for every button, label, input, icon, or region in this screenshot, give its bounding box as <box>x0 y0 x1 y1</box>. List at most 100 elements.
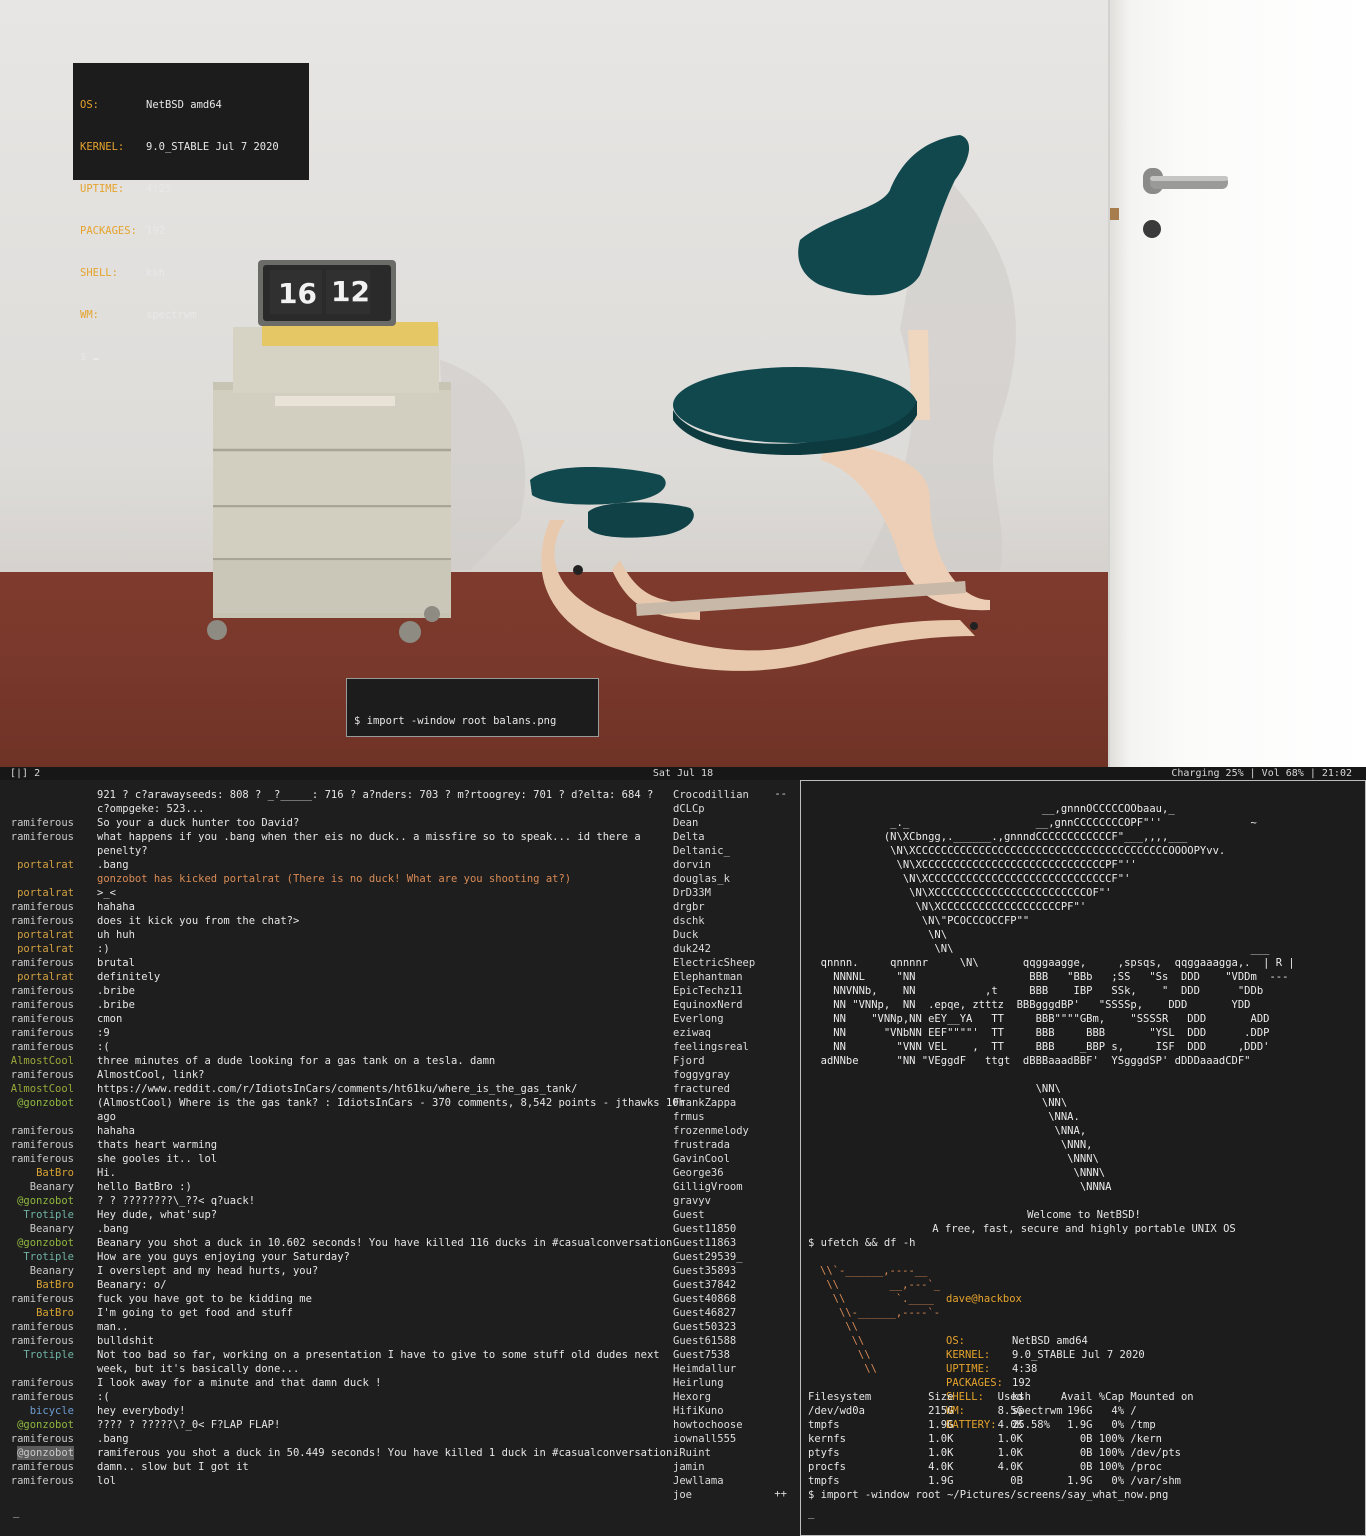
user-list-item[interactable]: EquinoxNerd <box>673 998 795 1012</box>
chat-nick[interactable]: @gonzobot <box>17 1194 74 1208</box>
chat-nick[interactable]: ramiferous <box>11 900 74 914</box>
chat-nick[interactable]: ramiferous <box>11 1474 74 1488</box>
chat-nick[interactable]: ramiferous <box>11 914 74 928</box>
chat-nick[interactable]: @gonzobot <box>17 1236 74 1250</box>
user-list-item[interactable]: Deltanic_ <box>673 844 795 858</box>
user-list-item[interactable]: Guest29539_ <box>673 1250 795 1264</box>
user-list-item[interactable]: Delta <box>673 830 795 844</box>
chat-nick[interactable]: ramiferous <box>11 956 74 970</box>
user-list-item[interactable]: GavinCool <box>673 1152 795 1166</box>
user-list-item[interactable]: Guest35893 <box>673 1264 795 1278</box>
user-list-item[interactable]: duk242 <box>673 942 795 956</box>
user-list-item[interactable]: frozenmelody <box>673 1124 795 1138</box>
chat-nick[interactable]: ramiferous <box>11 1012 74 1026</box>
user-list-item[interactable]: frmus <box>673 1110 795 1124</box>
user-list-item[interactable]: Guest7538 <box>673 1348 795 1362</box>
shell-input[interactable]: _ <box>808 1507 814 1519</box>
user-list-item[interactable]: Fjord <box>673 1054 795 1068</box>
user-list-item[interactable]: Guest61588 <box>673 1334 795 1348</box>
chat-nick[interactable]: BatBro <box>36 1166 74 1180</box>
user-list-item[interactable]: Guest46827 <box>673 1306 795 1320</box>
chat-nick[interactable]: ramiferous <box>11 1152 74 1166</box>
chat-nick[interactable]: Trotiple <box>23 1208 74 1222</box>
user-list-item[interactable]: George36 <box>673 1166 795 1180</box>
chat-nick[interactable]: bicycle <box>30 1404 74 1418</box>
chat-nick[interactable]: ramiferous <box>11 998 74 1012</box>
chat-nick[interactable]: Beanary <box>30 1264 74 1278</box>
chat-nick[interactable]: ramiferous <box>11 1432 74 1446</box>
user-list-item[interactable]: Guest40868 <box>673 1292 795 1306</box>
chat-nick[interactable]: portalrat <box>17 928 74 942</box>
user-list-item[interactable]: feelingsreal <box>673 1040 795 1054</box>
chat-nick[interactable]: ramiferous <box>11 1068 74 1082</box>
user-list-item[interactable]: drgbr <box>673 900 795 914</box>
user-list-item[interactable]: dCLCp <box>673 802 795 816</box>
chat-nick[interactable]: ramiferous <box>11 1124 74 1138</box>
chat-nick[interactable]: ramiferous <box>11 1292 74 1306</box>
user-list-item[interactable]: eziwaq <box>673 1026 795 1040</box>
irc-user-list[interactable]: -- Crocodillian dCLCp Dean Delta Deltanic_ dor… <box>673 788 795 1502</box>
user-list-item[interactable]: Hexorg <box>673 1390 795 1404</box>
chat-nick[interactable]: ramiferous <box>11 984 74 998</box>
user-list-item[interactable]: HifiKuno <box>673 1404 795 1418</box>
irc-input[interactable]: _ <box>13 1506 19 1518</box>
chat-nick[interactable]: ramiferous <box>11 816 74 830</box>
user-list-item[interactable]: Guest11850 <box>673 1222 795 1236</box>
user-list-item[interactable]: foggygray <box>673 1068 795 1082</box>
chat-nick[interactable]: BatBro <box>36 1306 74 1320</box>
chat-nick[interactable]: Trotiple <box>23 1250 74 1264</box>
userlist-scroll-top[interactable]: -- <box>774 788 787 800</box>
chat-nick[interactable]: ramiferous <box>11 830 74 844</box>
user-list-item[interactable]: GilligVroom <box>673 1180 795 1194</box>
chat-nick[interactable]: ramiferous <box>11 1376 74 1390</box>
user-list-item[interactable]: dorvin <box>673 858 795 872</box>
chat-nick[interactable]: ramiferous <box>11 1390 74 1404</box>
chat-nick[interactable]: ramiferous <box>11 1320 74 1334</box>
user-list-item[interactable]: dschk <box>673 914 795 928</box>
user-list-item[interactable]: Elephantman <box>673 970 795 984</box>
chat-nick[interactable]: Trotiple <box>23 1348 74 1362</box>
workspace-indicator[interactable]: [|] 2 <box>10 767 40 780</box>
user-list-item[interactable]: Guest50323 <box>673 1320 795 1334</box>
user-list-item[interactable]: Everlong <box>673 1012 795 1026</box>
chat-nick[interactable]: @gonzobot <box>17 1096 74 1110</box>
chat-nick[interactable]: AlmostCool <box>11 1054 74 1068</box>
chat-nick[interactable]: ramiferous <box>11 1138 74 1152</box>
chat-nick[interactable]: @gonzobot <box>17 1446 74 1460</box>
chat-nick[interactable]: portalrat <box>17 858 74 872</box>
userlist-scroll-bottom[interactable]: ++ <box>774 1488 787 1500</box>
shell-window[interactable]: __,gnnnOCCCCCOObaau,_ _._ __,gnnCCCCCCCC… <box>800 780 1366 1536</box>
chat-nick[interactable]: Beanary <box>30 1180 74 1194</box>
chat-nick[interactable]: ramiferous <box>11 1334 74 1348</box>
chat-nick[interactable]: BatBro <box>36 1278 74 1292</box>
chat-nick[interactable]: portalrat <box>17 886 74 900</box>
user-list-item[interactable]: Heirlung <box>673 1376 795 1390</box>
user-list-item[interactable]: Guest11863 <box>673 1236 795 1250</box>
user-list-item[interactable]: gravyv <box>673 1194 795 1208</box>
user-list-item[interactable]: iRuint <box>673 1446 795 1460</box>
user-list-item[interactable]: howtochoose <box>673 1418 795 1432</box>
user-list-item[interactable]: iownall555 <box>673 1432 795 1446</box>
user-list-item[interactable]: Dean <box>673 816 795 830</box>
chat-nick[interactable]: @gonzobot <box>17 1418 74 1432</box>
chat-nick[interactable]: ramiferous <box>11 1026 74 1040</box>
chat-nick[interactable]: Beanary <box>30 1222 74 1236</box>
chat-nick[interactable]: ramiferous <box>11 1040 74 1054</box>
user-list-item[interactable]: Guest <box>673 1208 795 1222</box>
user-list-item[interactable]: Heimdallur <box>673 1362 795 1376</box>
user-list-item[interactable]: Jewllama <box>673 1474 795 1488</box>
user-list-item[interactable]: Duck <box>673 928 795 942</box>
user-list-item[interactable]: Guest37842 <box>673 1278 795 1292</box>
user-list-item[interactable]: ElectricSheep <box>673 956 795 970</box>
user-list-item[interactable]: fractured <box>673 1082 795 1096</box>
import-terminal[interactable]: $ import -window root balans.png <box>346 678 599 737</box>
user-list-item[interactable]: jamin <box>673 1460 795 1474</box>
user-list-item[interactable]: DrD33M <box>673 886 795 900</box>
user-list-item[interactable]: douglas_k <box>673 872 795 886</box>
chat-nick[interactable]: portalrat <box>17 970 74 984</box>
irc-window[interactable]: 921 ? c?arawayseeds: 808 ? _?_____: 716 … <box>0 780 799 1536</box>
user-list-item[interactable]: FrankZappa <box>673 1096 795 1110</box>
chat-nick[interactable]: ramiferous <box>11 1460 74 1474</box>
user-list-item[interactable]: frustrada <box>673 1138 795 1152</box>
chat-nick[interactable]: AlmostCool <box>11 1082 74 1096</box>
